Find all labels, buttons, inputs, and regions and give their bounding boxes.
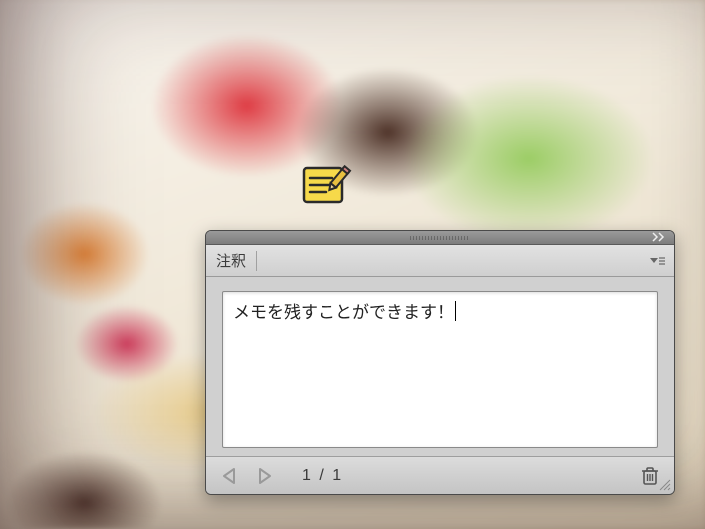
note-text-input[interactable]: メモを残すことができます！ <box>222 291 658 448</box>
panel-footer: 1 / 1 <box>206 456 674 494</box>
panel-title-bar: 注釈 <box>206 245 674 277</box>
panel-title: 注釈 <box>216 250 246 271</box>
collapse-icon[interactable] <box>652 232 666 245</box>
viewport: 注釈 メモを残すことができます！ <box>0 0 705 529</box>
panel-menu-button[interactable] <box>646 252 668 270</box>
panel-drag-handle[interactable] <box>206 231 674 245</box>
note-edit-icon[interactable] <box>300 162 352 208</box>
prev-note-button[interactable] <box>218 465 244 487</box>
note-text-content: メモを残すことができます！ <box>233 303 454 322</box>
text-caret <box>455 301 456 321</box>
panel-body: メモを残すことができます！ <box>206 277 674 456</box>
next-note-button[interactable] <box>250 465 276 487</box>
annotation-panel: 注釈 メモを残すことができます！ <box>205 230 675 495</box>
page-indicator: 1 / 1 <box>302 467 343 485</box>
resize-grip-icon[interactable] <box>657 477 671 491</box>
title-separator <box>256 251 257 271</box>
